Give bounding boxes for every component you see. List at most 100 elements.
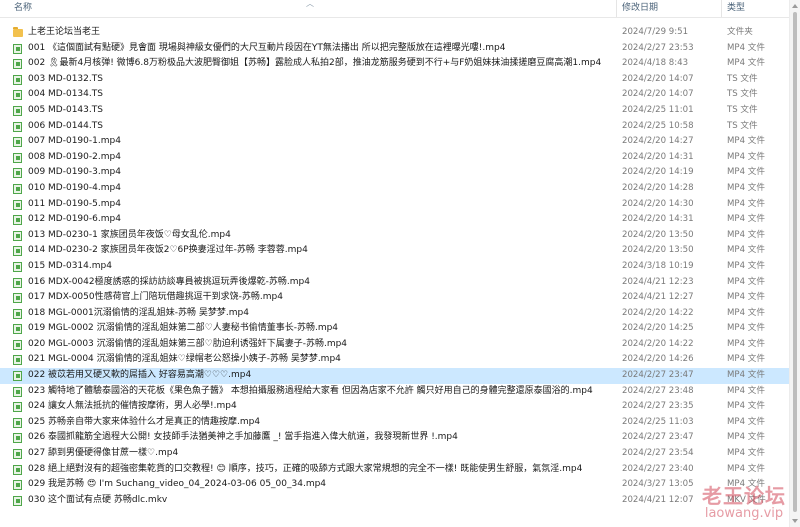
column-divider[interactable] <box>616 0 617 17</box>
video-file-icon <box>13 355 22 366</box>
file-row[interactable]: 019 MGL-0002 沉溺偷情的淫乱姐妹第二部♡人妻秘书偷情董事长-苏畅.m… <box>0 321 790 337</box>
file-row[interactable]: 029 我是苏畅 😍 I'm Suchang_video_04_2024-03-… <box>0 477 790 493</box>
file-type: MP4 文件 <box>727 58 765 69</box>
file-type: MP4 文件 <box>727 260 765 271</box>
file-type: MP4 文件 <box>727 151 765 162</box>
file-type: MP4 文件 <box>727 136 765 147</box>
file-name: 上老王论坛当老王 <box>28 27 101 37</box>
file-type: MP4 文件 <box>727 354 765 365</box>
video-file-icon <box>13 308 22 319</box>
file-row[interactable]: 017 MDX-0050性感荷官上门陪玩借趣挑逗干到求饶-苏畅.mp4 2024/… <box>0 290 790 306</box>
file-type: MP4 文件 <box>727 214 765 225</box>
file-name: 028 絕上絕對沒有的超強密集乾貨的口交教程! 😊 順序，技巧，正確的吸舔方式跟… <box>28 463 583 474</box>
file-type: MP4 文件 <box>727 292 765 303</box>
file-name: 030 这个面试有点硬 苏畅dlc.mkv <box>28 494 168 505</box>
video-file-icon <box>13 215 22 226</box>
file-modified-date: 2024/2/20 14:30 <box>622 198 694 209</box>
column-header-bar: 名称 ︿ 修改日期 类型 <box>0 0 790 18</box>
file-type: MP4 文件 <box>727 229 765 240</box>
column-header-type[interactable]: 类型 <box>727 0 745 17</box>
file-row[interactable]: 014 MD-0230-2 家族团员年夜饭2♡6P换妻淫过年-苏畅 李蓉蓉.mp… <box>0 243 790 259</box>
watermark-url: laowang.vip <box>704 506 784 521</box>
file-modified-date: 2024/2/27 23:40 <box>622 463 694 474</box>
file-row[interactable]: 015 MD-0314.mp4 2024/3/18 10:19 MP4 文件 <box>0 259 790 275</box>
video-file-icon <box>13 293 22 304</box>
file-type: MP4 文件 <box>727 276 765 287</box>
file-row[interactable]: 010 MD-0190-4.mp4 2024/2/20 14:28 MP4 文件 <box>0 181 790 197</box>
scroll-down-arrow-icon[interactable] <box>792 519 798 523</box>
file-row[interactable]: 001 《這個面試有點硬》見會面 現場與神級女優們的大尺互動片段因在YT無法播出… <box>0 41 790 57</box>
file-modified-date: 2024/2/20 14:28 <box>622 182 694 193</box>
file-row[interactable]: 011 MD-0190-5.mp4 2024/2/20 14:30 MP4 文件 <box>0 197 790 213</box>
video-file-icon <box>13 433 22 444</box>
file-name: 025 苏畅亲自带大家来体验什么才是真正的情趣按摩.mp4 <box>28 416 261 427</box>
scroll-up-arrow-icon[interactable] <box>792 4 798 8</box>
file-type: MP4 文件 <box>727 370 765 381</box>
file-row[interactable]: 028 絕上絕對沒有的超強密集乾貨的口交教程! 😊 順序，技巧，正確的吸舔方式跟… <box>0 462 790 478</box>
file-name: 021 MGL-0004 沉溺偷情的淫乱姐妹♡绿帽老公怒操小姨子-苏畅 吴梦梦.… <box>28 354 341 365</box>
file-modified-date: 2024/2/20 14:07 <box>622 73 694 84</box>
file-row[interactable]: 009 MD-0190-3.mp4 2024/2/20 14:19 MP4 文件 <box>0 165 790 181</box>
file-name: 011 MD-0190-5.mp4 <box>28 198 121 209</box>
file-row[interactable]: 025 苏畅亲自带大家来体验什么才是真正的情趣按摩.mp4 2024/2/25 1… <box>0 415 790 431</box>
file-row[interactable]: 024 讓女人無法抵抗的催情按摩術，男人必學!.mp4 2024/2/27 23:… <box>0 399 790 415</box>
file-modified-date: 2024/2/20 14:25 <box>622 323 694 334</box>
file-type: MP4 文件 <box>727 338 765 349</box>
file-modified-date: 2024/2/20 13:50 <box>622 245 694 256</box>
file-modified-date: 2024/3/18 10:19 <box>622 260 694 271</box>
column-header-name[interactable]: 名称 <box>14 0 32 17</box>
file-name: 020 MGL-0003 沉溺偷情的淫乱姐妹第三部♡肋迫利诱强奸下属妻子-苏畅.… <box>28 338 348 349</box>
video-file-icon <box>13 121 22 132</box>
file-row[interactable]: 007 MD-0190-1.mp4 2024/2/20 14:27 MP4 文件 <box>0 134 790 150</box>
file-row[interactable]: 上老王论坛当老王 2024/7/29 9:51 文件夹 <box>0 25 790 41</box>
file-row[interactable]: 023 觸特地了體驗泰國浴的天花板《果色魚子醬》 本想拍攝服務過程給大家看 但因… <box>0 384 790 400</box>
file-modified-date: 2024/2/27 23:47 <box>622 370 694 381</box>
file-modified-date: 2024/2/25 11:01 <box>622 104 694 115</box>
file-name: 016 MDX-0042極度誘惑的採訪訪談專員被挑逗玩弄後爆乾-苏畅.mp4 <box>28 276 310 287</box>
file-modified-date: 2024/2/20 14:22 <box>622 307 694 318</box>
file-modified-date: 2024/2/27 23:54 <box>622 448 694 459</box>
video-file-icon <box>13 152 22 163</box>
file-name: 002 🎗最新4月核弹! 微博6.8万粉极品大波肥臀御姐【苏畅】露脸成人私拍2部… <box>28 58 602 69</box>
video-file-icon <box>13 59 22 70</box>
file-type: MP4 文件 <box>727 323 765 334</box>
file-row[interactable]: 016 MDX-0042極度誘惑的採訪訪談專員被挑逗玩弄後爆乾-苏畅.mp4 20… <box>0 275 790 291</box>
file-row[interactable]: 012 MD-0190-6.mp4 2024/2/20 14:31 MP4 文件 <box>0 212 790 228</box>
file-row[interactable]: 006 MD-0144.TS 2024/2/25 10:58 TS 文件 <box>0 119 790 135</box>
column-header-date[interactable]: 修改日期 <box>622 0 658 17</box>
file-row[interactable]: 022 被苡若用又硬又軟的屌插入 好容易高潮♡♡♡.mp4 2024/2/27 2… <box>0 368 790 384</box>
file-modified-date: 2024/2/27 23:35 <box>622 401 694 412</box>
file-row[interactable]: 021 MGL-0004 沉溺偷情的淫乱姐妹♡绿帽老公怒操小姨子-苏畅 吴梦梦.… <box>0 352 790 368</box>
file-row[interactable]: 004 MD-0134.TS 2024/2/20 14:07 TS 文件 <box>0 87 790 103</box>
file-row[interactable]: 030 这个面试有点硬 苏畅dlc.mkv 2024/4/21 12:07 MKV … <box>0 493 790 509</box>
file-row[interactable]: 020 MGL-0003 沉溺偷情的淫乱姐妹第三部♡肋迫利诱强奸下属妻子-苏畅.… <box>0 337 790 353</box>
video-file-icon <box>13 371 22 382</box>
video-file-icon <box>13 246 22 257</box>
scroll-thumb[interactable] <box>793 12 797 512</box>
file-row[interactable]: 026 泰國抓龍筋全過程大公開! 女技師手法猶美神之手加藤鷹 _! 當手指進入偉… <box>0 430 790 446</box>
video-file-icon <box>13 199 22 210</box>
file-name: 003 MD-0132.TS <box>28 73 103 84</box>
file-modified-date: 2024/2/27 23:53 <box>622 42 694 53</box>
file-row[interactable]: 027 舔到男優硬得像甘蔗一樣♡.mp4 2024/2/27 23:54 MP4 文… <box>0 446 790 462</box>
file-type: TS 文件 <box>727 120 758 131</box>
file-name: 005 MD-0143.TS <box>28 104 103 115</box>
file-row[interactable]: 002 🎗最新4月核弹! 微博6.8万粉极品大波肥臀御姐【苏畅】露脸成人私拍2部… <box>0 56 790 72</box>
file-type: MP4 文件 <box>727 385 765 396</box>
file-modified-date: 2024/2/20 14:26 <box>622 354 694 365</box>
column-divider[interactable] <box>721 0 722 17</box>
video-file-icon <box>13 417 22 428</box>
file-row[interactable]: 013 MD-0230-1 家族团员年夜饭♡母女乱伦.mp4 2024/2/20 … <box>0 228 790 244</box>
file-name: 013 MD-0230-1 家族团员年夜饭♡母女乱伦.mp4 <box>28 229 231 240</box>
vertical-scrollbar[interactable] <box>789 0 800 527</box>
video-file-icon <box>13 105 22 116</box>
file-row[interactable]: 005 MD-0143.TS 2024/2/25 11:01 TS 文件 <box>0 103 790 119</box>
video-file-icon <box>13 277 22 288</box>
file-type: TS 文件 <box>727 73 758 84</box>
video-file-icon <box>13 495 22 506</box>
file-name: 019 MGL-0002 沉溺偷情的淫乱姐妹第二部♡人妻秘书偷情董事长-苏畅.m… <box>28 323 339 334</box>
file-row[interactable]: 008 MD-0190-2.mp4 2024/2/20 14:31 MP4 文件 <box>0 150 790 166</box>
file-row[interactable]: 018 MGL-0001沉溺偷情的淫乱姐妹-苏畅 吴梦梦.mp4 2024/2/2… <box>0 306 790 322</box>
file-row[interactable]: 003 MD-0132.TS 2024/2/20 14:07 TS 文件 <box>0 72 790 88</box>
folder-icon <box>13 27 23 37</box>
